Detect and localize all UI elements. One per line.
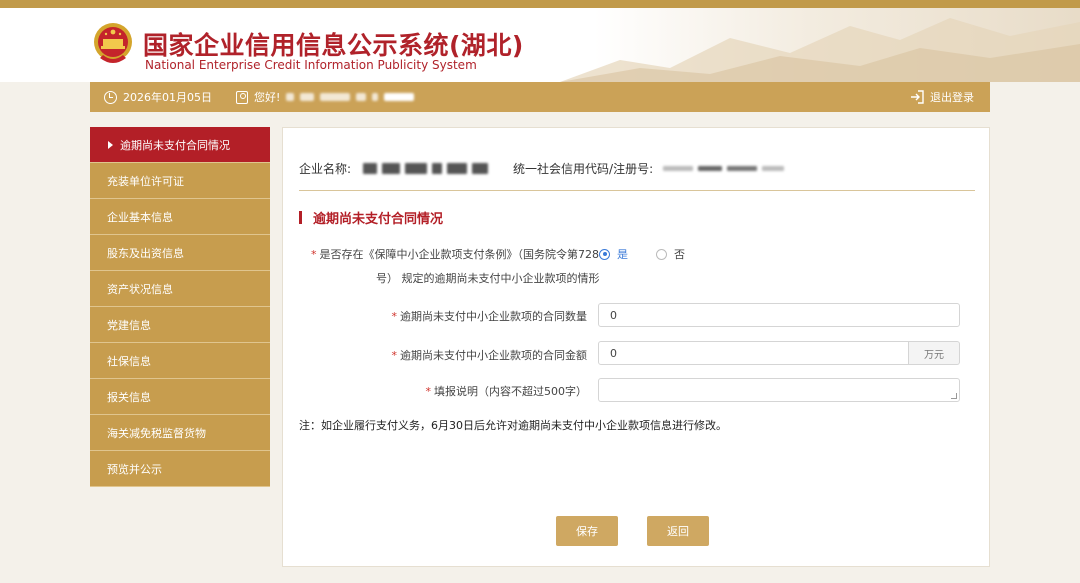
sidebar-item-social-security[interactable]: 社保信息 <box>90 343 270 379</box>
radio-yes-label[interactable]: 是 <box>617 246 628 262</box>
question-text-line1: 是否存在《保障中小企业款项支付条例》（国务院令第728 <box>319 248 600 261</box>
user-icon <box>236 90 248 104</box>
sidebar-nav: 逾期尚未支付合同情况 充装单位许可证 企业基本信息 股东及出资信息 资产状况信息… <box>90 127 270 487</box>
credit-code-label: 统一社会信用代码/注册号: <box>513 162 654 176</box>
contract-count-value: 0 <box>610 308 617 322</box>
sidebar-item-shareholders[interactable]: 股东及出资信息 <box>90 235 270 271</box>
radio-yes[interactable] <box>599 248 610 260</box>
section-title-text: 逾期尚未支付合同情况 <box>313 212 444 227</box>
date-display: 2026年01月05日 <box>104 82 212 112</box>
sidebar-item-label: 充装单位许可证 <box>107 174 184 188</box>
amount-unit-addon: 万元 <box>909 341 960 365</box>
count-field-label: * 逾期尚未支付中小企业款项的合同数量 <box>391 310 588 323</box>
sidebar-item-preview-publish[interactable]: 预览并公示 <box>90 451 270 487</box>
remark-field-label: * 填报说明（内容不超过500字） <box>425 385 588 398</box>
national-emblem-icon <box>94 23 132 63</box>
count-label-text: 逾期尚未支付中小企业款项的合同数量 <box>400 310 587 323</box>
sidebar-item-label: 资产状况信息 <box>107 282 173 296</box>
logout-icon <box>910 90 924 104</box>
top-stripe <box>0 0 1080 8</box>
notice-text: 注：如企业履行支付义务，6月30日后允许对逾期尚未支付中小企业款项信息进行修改。 <box>299 419 727 432</box>
sidebar-item-customs[interactable]: 报关信息 <box>90 379 270 415</box>
logout-label: 退出登录 <box>930 91 974 104</box>
main-panel: 企业名称: 统一社会信用代码/注册号: 逾期尚未支付合同情况 * 是否存在《保障中… <box>282 127 990 567</box>
contract-amount-value: 0 <box>610 346 617 360</box>
radio-no[interactable] <box>656 248 667 260</box>
redacted-company-name <box>363 163 493 174</box>
caret-right-icon <box>108 140 113 149</box>
remark-textarea[interactable] <box>598 378 960 402</box>
sidebar-item-label: 预览并公示 <box>107 462 162 476</box>
site-subtitle: National Enterprise Credit Information P… <box>145 58 477 72</box>
section-marker <box>299 211 302 224</box>
radio-no-label[interactable]: 否 <box>674 246 685 262</box>
logout-link[interactable]: 退出登录 <box>910 82 974 112</box>
company-name-label: 企业名称: <box>299 162 352 176</box>
current-date: 2026年01月05日 <box>123 91 212 104</box>
remark-label-text: 填报说明（内容不超过500字） <box>434 385 587 398</box>
sidebar-item-filling-permit[interactable]: 充装单位许可证 <box>90 163 270 199</box>
info-bar: 2026年01月05日 您好! 退出登录 <box>90 82 990 112</box>
sidebar-item-party-building[interactable]: 党建信息 <box>90 307 270 343</box>
sidebar-item-label: 逾期尚未支付合同情况 <box>120 138 230 152</box>
sidebar-item-label: 海关减免税监督货物 <box>107 426 206 440</box>
back-button[interactable]: 返回 <box>647 516 709 546</box>
amount-field-label: * 逾期尚未支付中小企业款项的合同金额 <box>391 349 588 362</box>
user-greeting: 您好! <box>236 82 415 112</box>
amount-label-text: 逾期尚未支付中小企业款项的合同金额 <box>400 349 587 362</box>
mountain-background <box>560 18 1080 82</box>
sidebar-item-label: 社保信息 <box>107 354 151 368</box>
sidebar-item-label: 报关信息 <box>107 390 151 404</box>
question-label: * 是否存在《保障中小企业款项支付条例》（国务院令第728 <box>311 248 600 261</box>
greeting-text: 您好! <box>254 91 281 104</box>
sidebar-item-label: 股东及出资信息 <box>107 246 184 260</box>
save-button[interactable]: 保存 <box>556 516 618 546</box>
header-divider <box>299 190 975 191</box>
question-text-line2: 号） 规定的逾期尚未支付中小企业款项的情形 <box>376 272 600 285</box>
contract-count-input[interactable]: 0 <box>598 303 960 327</box>
sidebar-item-label: 企业基本信息 <box>107 210 173 224</box>
sidebar-item-overdue-contracts[interactable]: 逾期尚未支付合同情况 <box>90 127 270 163</box>
sidebar-item-duty-free-goods[interactable]: 海关减免税监督货物 <box>90 415 270 451</box>
site-header: 国家企业信用信息公示系统(湖北) National Enterprise Cre… <box>0 8 1080 82</box>
sidebar-item-label: 党建信息 <box>107 318 151 332</box>
contract-amount-input[interactable]: 0 <box>598 341 909 365</box>
resize-grip-icon[interactable] <box>951 393 957 399</box>
company-info-row: 企业名称: 统一社会信用代码/注册号: <box>299 160 789 177</box>
clock-icon <box>104 90 117 104</box>
sidebar-item-assets[interactable]: 资产状况信息 <box>90 271 270 307</box>
section-title: 逾期尚未支付合同情况 <box>299 208 443 227</box>
overdue-radio-group: 是 否 <box>599 246 713 262</box>
redacted-credit-code <box>663 166 789 171</box>
site-title: 国家企业信用信息公示系统(湖北) <box>143 31 524 60</box>
sidebar-item-basic-info[interactable]: 企业基本信息 <box>90 199 270 235</box>
redacted-username <box>286 93 415 101</box>
